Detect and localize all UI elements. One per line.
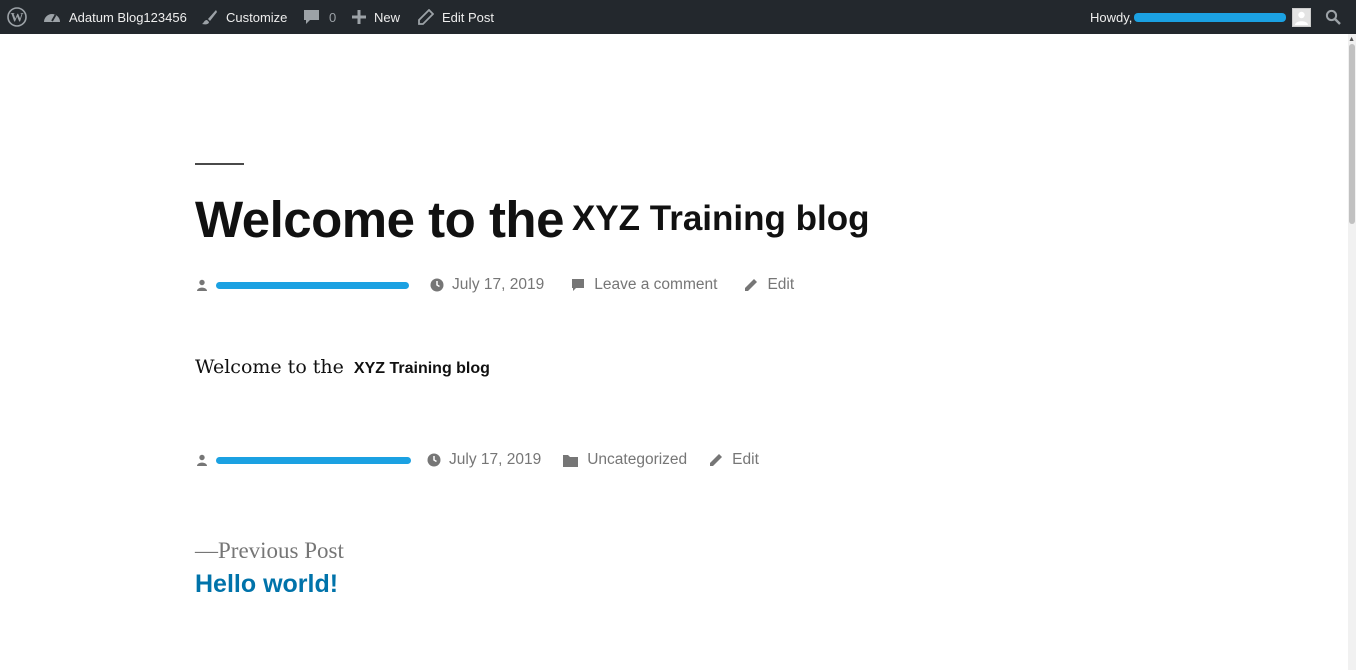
post-content: Welcome to the XYZ Training blog bbox=[195, 356, 490, 378]
dashboard-icon bbox=[43, 9, 61, 25]
site-name-label: Adatum Blog123456 bbox=[69, 9, 187, 25]
page-scrollbar[interactable]: ▲ bbox=[1348, 34, 1356, 670]
redacted-author bbox=[216, 281, 409, 289]
person-icon bbox=[195, 278, 209, 292]
author-meta[interactable] bbox=[195, 278, 409, 292]
scroll-up-arrow-icon[interactable]: ▲ bbox=[1348, 36, 1355, 43]
my-account-menu[interactable]: Howdy, bbox=[1090, 0, 1312, 34]
title-divider bbox=[195, 163, 244, 165]
edit-link[interactable]: Edit bbox=[744, 276, 794, 294]
scrollbar-thumb[interactable] bbox=[1349, 44, 1355, 224]
comment-bubble-icon bbox=[303, 9, 320, 25]
admin-bar: W Adatum Blog123456 Customize 0 New Edit… bbox=[0, 0, 1356, 34]
post-title-part1: Welcome to the bbox=[195, 191, 564, 248]
edit-link[interactable]: Edit bbox=[709, 451, 759, 469]
redacted-username bbox=[1134, 12, 1287, 22]
avatar bbox=[1292, 7, 1312, 27]
new-label: New bbox=[374, 9, 401, 25]
edit-post-button[interactable]: Edit Post bbox=[418, 0, 494, 34]
date-meta[interactable]: July 17, 2019 bbox=[430, 276, 544, 294]
post-title-part2: XYZ Training blog bbox=[571, 199, 870, 238]
category-link[interactable]: Uncategorized bbox=[563, 451, 687, 469]
plus-icon bbox=[351, 9, 367, 25]
comment-link[interactable]: Leave a comment bbox=[571, 276, 717, 294]
customize-button[interactable]: Customize bbox=[201, 0, 287, 34]
search-icon bbox=[1325, 9, 1341, 25]
brush-icon bbox=[201, 9, 218, 26]
date-meta[interactable]: July 17, 2019 bbox=[427, 451, 541, 469]
previous-post-label: —Previous Post bbox=[195, 538, 344, 563]
wordpress-logo-button[interactable]: W bbox=[7, 0, 27, 34]
previous-post-link[interactable]: Hello world! bbox=[195, 570, 338, 599]
author-meta[interactable] bbox=[195, 453, 411, 467]
category-label: Uncategorized bbox=[587, 451, 688, 468]
redacted-author bbox=[216, 456, 411, 464]
svg-text:W: W bbox=[11, 10, 24, 25]
pencil-icon bbox=[709, 453, 723, 467]
clock-icon bbox=[427, 453, 441, 467]
search-button[interactable] bbox=[1325, 0, 1341, 34]
edit-post-label: Edit Post bbox=[442, 9, 495, 25]
folder-icon bbox=[563, 454, 579, 467]
pencil-icon bbox=[418, 9, 434, 25]
wordpress-icon: W bbox=[7, 7, 27, 27]
edit-link-label: Edit bbox=[732, 451, 759, 468]
post-meta: July 17, 2019 Leave a comment Edit bbox=[195, 273, 794, 297]
new-content-button[interactable]: New bbox=[351, 0, 400, 34]
howdy-label: Howdy, bbox=[1090, 9, 1133, 25]
comments-button[interactable]: 0 bbox=[303, 0, 336, 34]
post-title: Welcome to the XYZ Training blog bbox=[195, 190, 869, 249]
comments-count: 0 bbox=[329, 9, 337, 25]
post-content-serif: Welcome to the bbox=[195, 356, 344, 378]
pencil-icon bbox=[744, 278, 758, 292]
customize-label: Customize bbox=[226, 9, 288, 25]
comment-link-label: Leave a comment bbox=[594, 276, 718, 293]
post-footer-meta: July 17, 2019 Uncategorized Edit bbox=[195, 448, 759, 472]
site-name-menu[interactable]: Adatum Blog123456 bbox=[43, 0, 187, 34]
person-icon bbox=[195, 453, 209, 467]
post-content-sans: XYZ Training blog bbox=[353, 360, 490, 377]
clock-icon bbox=[430, 278, 444, 292]
edit-link-label: Edit bbox=[767, 276, 795, 293]
post-date: July 17, 2019 bbox=[449, 451, 542, 468]
comment-icon bbox=[571, 278, 585, 292]
post-date: July 17, 2019 bbox=[452, 276, 545, 293]
